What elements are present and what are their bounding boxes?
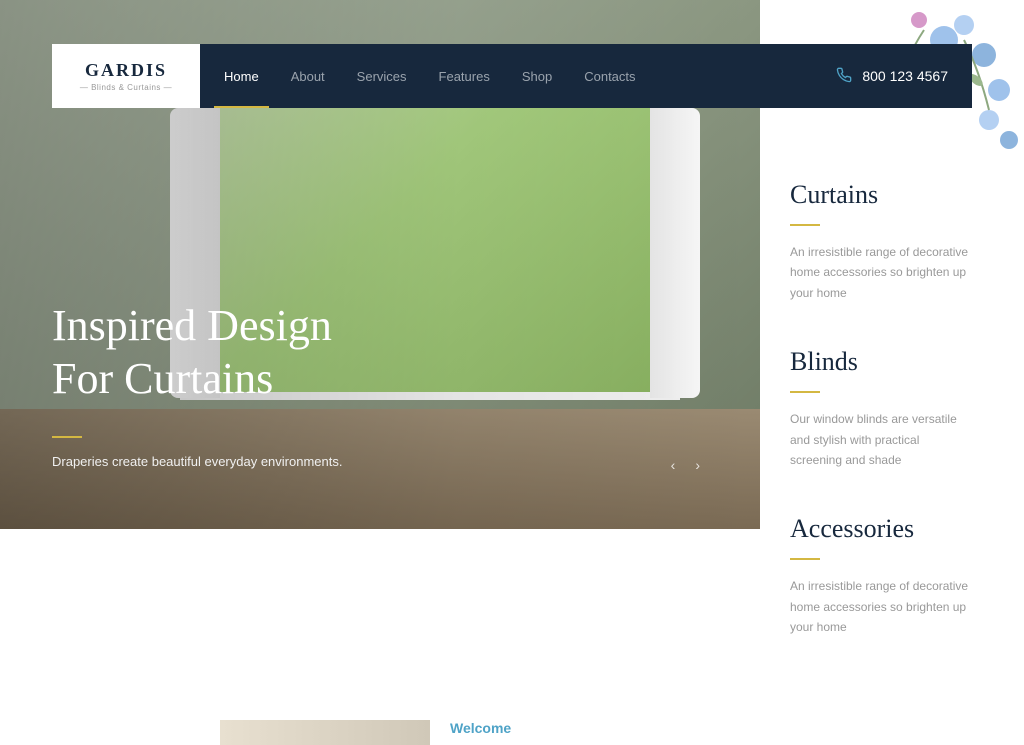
nav-bar: Home About Services Features Shop Contac…	[200, 44, 972, 108]
nav-item-contacts[interactable]: Contacts	[584, 45, 635, 108]
category-divider	[790, 558, 820, 560]
hero-title-line1: Inspired Design	[52, 301, 332, 350]
category-title: Accessories	[790, 514, 972, 544]
nav-item-features[interactable]: Features	[439, 45, 490, 108]
hero-content: Inspired Design For Curtains Draperies c…	[52, 300, 700, 469]
hero-title: Inspired Design For Curtains	[52, 300, 700, 406]
nav-links: Home About Services Features Shop Contac…	[224, 45, 636, 108]
welcome-image-strip	[220, 720, 430, 745]
welcome-label: Welcome	[450, 720, 511, 736]
hero-title-line2: For Curtains	[52, 354, 273, 403]
category-title: Blinds	[790, 347, 972, 377]
logo[interactable]: GARDIS — Blinds & Curtains —	[52, 44, 200, 108]
category-divider	[790, 224, 820, 226]
category-blinds[interactable]: Blinds Our window blinds are versatile a…	[790, 347, 972, 470]
hero-subtitle: Draperies create beautiful everyday envi…	[52, 454, 700, 469]
phone-icon	[836, 67, 852, 86]
category-title: Curtains	[790, 180, 972, 210]
category-desc: Our window blinds are versatile and styl…	[790, 409, 972, 470]
nav-item-shop[interactable]: Shop	[522, 45, 552, 108]
slider-navigation: ‹ ›	[671, 457, 700, 473]
nav-item-services[interactable]: Services	[357, 45, 407, 108]
category-desc: An irresistible range of decorative home…	[790, 242, 972, 303]
category-divider	[790, 391, 820, 393]
nav-item-about[interactable]: About	[291, 45, 325, 108]
slider-next-arrow[interactable]: ›	[695, 457, 700, 473]
header-phone[interactable]: 800 123 4567	[836, 67, 948, 86]
logo-text: GARDIS	[85, 60, 167, 81]
nav-item-home[interactable]: Home	[224, 45, 259, 108]
category-sidebar: Curtains An irresistible range of decora…	[790, 180, 972, 638]
hero-divider	[52, 436, 82, 438]
category-accessories[interactable]: Accessories An irresistible range of dec…	[790, 514, 972, 637]
category-desc: An irresistible range of decorative home…	[790, 576, 972, 637]
slider-prev-arrow[interactable]: ‹	[671, 457, 676, 473]
category-curtains[interactable]: Curtains An irresistible range of decora…	[790, 180, 972, 303]
logo-tagline: — Blinds & Curtains —	[80, 83, 172, 92]
site-header: GARDIS — Blinds & Curtains — Home About …	[52, 44, 972, 108]
phone-number: 800 123 4567	[862, 68, 948, 84]
